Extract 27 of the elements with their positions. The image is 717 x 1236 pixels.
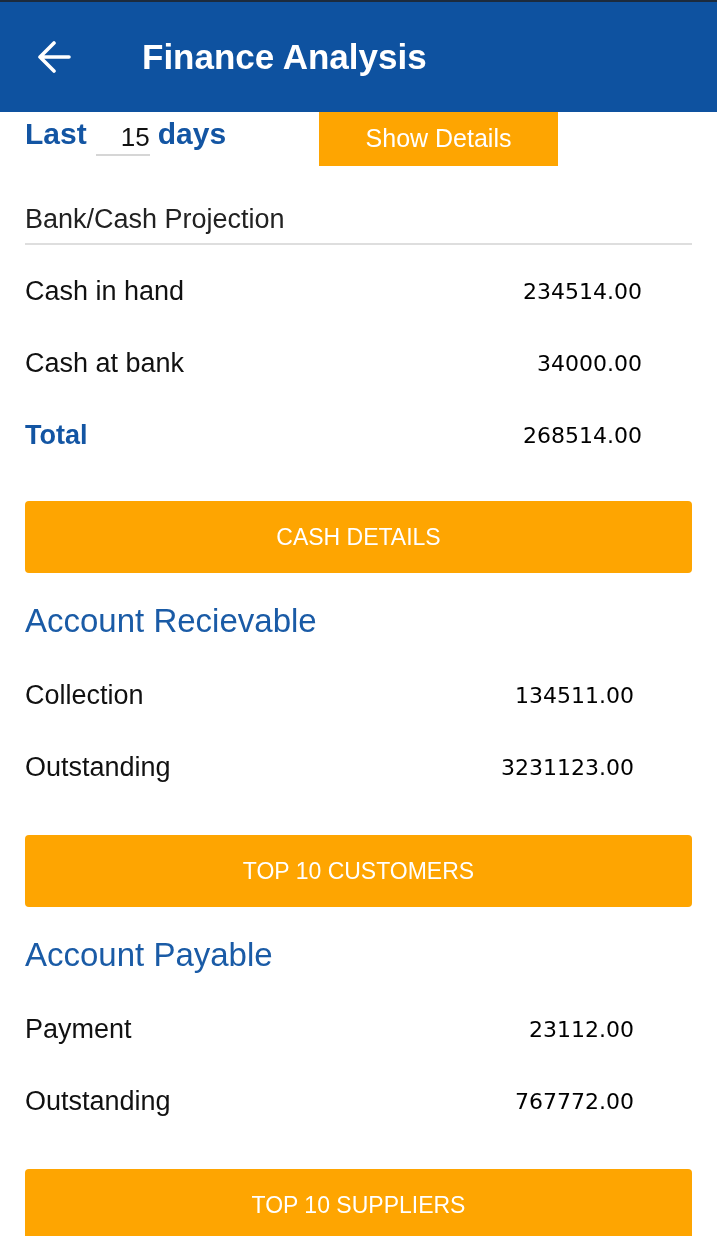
row-label: Collection	[25, 678, 144, 712]
section-heading: Account Recievable	[25, 601, 317, 641]
row-label: Cash at bank	[25, 346, 185, 380]
page-title: Finance Analysis	[142, 35, 427, 78]
row-label: Payment	[25, 1012, 132, 1046]
row-label: Outstanding	[25, 750, 171, 784]
back-arrow-icon	[37, 41, 71, 73]
section-button[interactable]: TOP 10 SUPPLIERS	[25, 1169, 692, 1236]
section-heading: Account Payable	[25, 935, 273, 975]
total-label: Total	[25, 418, 88, 452]
amount-value: 23112.00	[529, 1015, 634, 1044]
back-button[interactable]	[37, 41, 71, 73]
section-subtitle: Bank/Cash Projection	[25, 204, 285, 234]
days-input[interactable]: 15	[95, 120, 150, 156]
amount-value: 3231123.00	[501, 753, 634, 782]
section-button[interactable]: TOP 10 CUSTOMERS	[25, 835, 692, 907]
amount-value: 34000.00	[537, 349, 642, 378]
period-suffix: days	[157, 119, 227, 149]
amount-value: 767772.00	[515, 1087, 634, 1116]
amount-value: 134511.00	[515, 681, 634, 710]
amount-value: 234514.00	[523, 277, 642, 306]
section-button[interactable]: CASH DETAILS	[25, 501, 692, 573]
show-details-button[interactable]: Show Details	[319, 112, 558, 166]
period-prefix: Last	[25, 119, 87, 149]
row-label: Outstanding	[25, 1084, 171, 1118]
amount-value: 268514.00	[523, 421, 642, 450]
row-label: Cash in hand	[25, 274, 185, 308]
